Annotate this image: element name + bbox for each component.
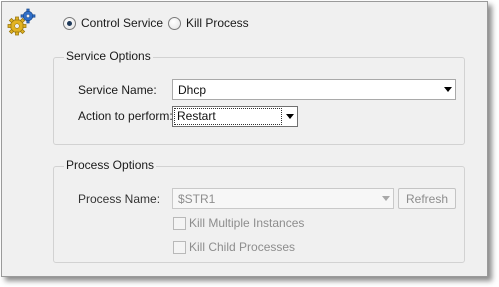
service-name-value: Dhcp xyxy=(178,82,207,97)
service-options-title: Service Options xyxy=(64,49,153,63)
refresh-button[interactable]: Refresh xyxy=(398,188,456,209)
service-name-label: Service Name: xyxy=(78,83,157,97)
control-service-panel: Control Service Kill Process Service Opt… xyxy=(1,1,488,277)
process-name-value: $STR1 xyxy=(178,191,216,206)
action-label: Action to perform: xyxy=(78,109,173,123)
radio-control-service[interactable]: Control Service xyxy=(63,16,163,30)
process-name-combobox[interactable]: $STR1 xyxy=(172,188,394,209)
radio-kill-process[interactable]: Kill Process xyxy=(168,16,249,30)
kill-child-processes-box[interactable] xyxy=(173,240,186,254)
radio-kill-process-button[interactable] xyxy=(168,16,181,30)
process-options-title: Process Options xyxy=(64,158,157,172)
service-name-combobox[interactable]: Dhcp xyxy=(172,79,456,100)
chevron-down-icon[interactable] xyxy=(283,107,297,126)
radio-control-service-label: Control Service xyxy=(81,16,164,30)
kill-child-processes-label: Kill Child Processes xyxy=(189,240,296,254)
action-value: Restart xyxy=(174,108,282,125)
radio-kill-process-label: Kill Process xyxy=(186,16,249,30)
kill-multiple-instances-box[interactable] xyxy=(173,216,186,230)
service-options-group xyxy=(53,57,465,145)
kill-child-processes-checkbox[interactable]: Kill Child Processes xyxy=(173,240,295,254)
radio-control-service-button[interactable] xyxy=(63,16,76,30)
chevron-down-icon[interactable] xyxy=(441,80,455,99)
process-name-label: Process Name: xyxy=(78,192,161,206)
kill-multiple-instances-label: Kill Multiple Instances xyxy=(189,216,305,230)
action-select[interactable]: Restart xyxy=(172,106,298,127)
gears-icon xyxy=(7,8,36,36)
chevron-down-icon[interactable] xyxy=(379,189,393,208)
kill-multiple-instances-checkbox[interactable]: Kill Multiple Instances xyxy=(173,216,304,230)
